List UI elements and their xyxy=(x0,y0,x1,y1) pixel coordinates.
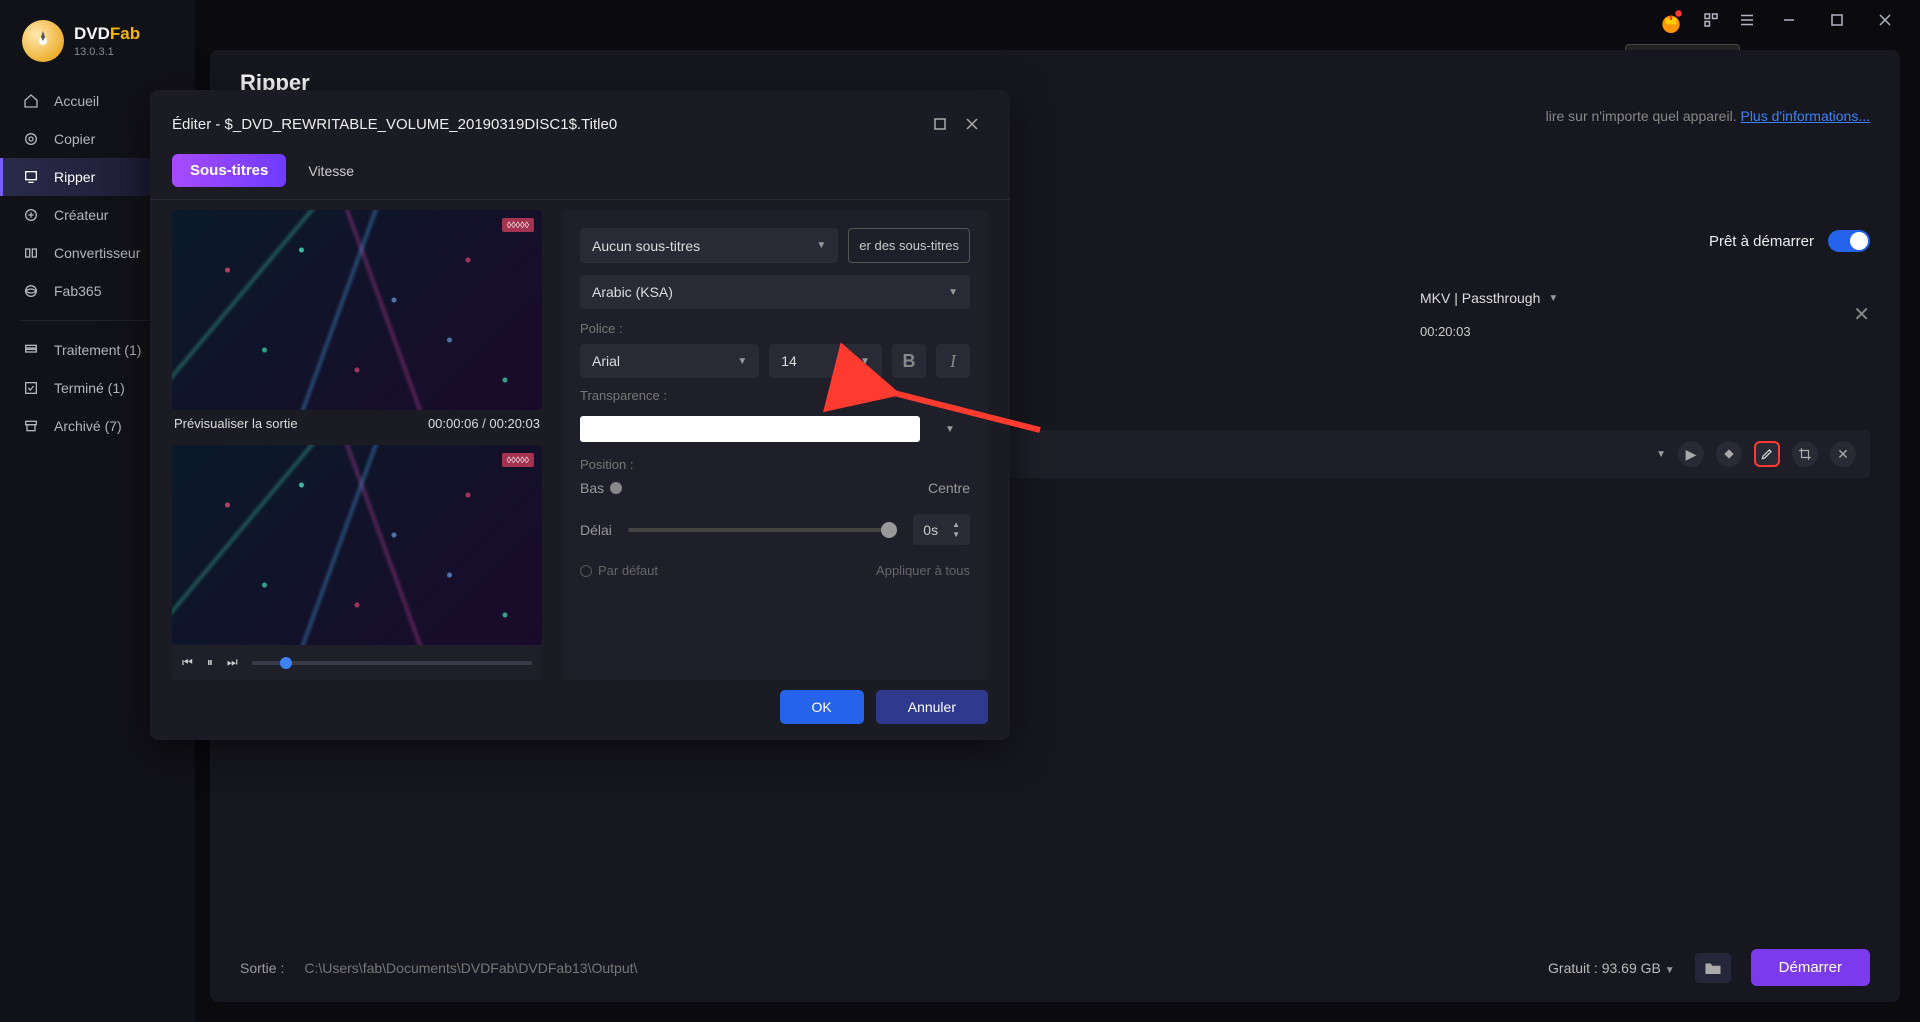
dialog-close-button[interactable] xyxy=(956,108,988,140)
font-size-select[interactable]: 14▼ xyxy=(769,344,882,378)
position-centre[interactable]: Centre xyxy=(928,480,970,496)
maximize-button[interactable] xyxy=(1822,5,1852,35)
tab-sous-titres[interactable]: Sous-titres xyxy=(172,154,286,187)
ready-status: Prêt à démarrer xyxy=(1709,233,1814,250)
format-select[interactable]: MKV | Passthrough▼ xyxy=(1420,290,1833,306)
preview-label: Prévisualiser la sortie xyxy=(174,416,298,431)
copy-icon xyxy=(22,130,40,148)
play-preview-button[interactable]: ▶ xyxy=(1678,441,1704,467)
reset-default-button[interactable]: Par défaut xyxy=(580,563,658,578)
sidebar-item-label: Convertisseur xyxy=(54,245,140,261)
start-button[interactable]: Démarrer xyxy=(1751,949,1870,986)
transparency-label: Transparence : xyxy=(580,388,970,403)
menu-icon[interactable] xyxy=(1738,11,1756,29)
delay-slider[interactable] xyxy=(628,528,897,532)
create-icon xyxy=(22,206,40,224)
extensions-icon[interactable] xyxy=(1702,11,1720,29)
page-hint: lire sur n'importe quel appareil. Plus d… xyxy=(1546,108,1870,124)
seek-bar[interactable] xyxy=(252,661,532,665)
italic-button[interactable]: I xyxy=(936,344,970,378)
sidebar-item-label: Accueil xyxy=(54,93,99,109)
queue-icon xyxy=(22,341,40,359)
color-dropdown[interactable]: ▼ xyxy=(930,411,970,447)
duration-label: 00:20:03 xyxy=(1420,324,1833,339)
done-icon xyxy=(22,379,40,397)
cancel-button[interactable]: Annuler xyxy=(876,690,988,724)
minimize-button[interactable] xyxy=(1774,5,1804,35)
dialog-maximize-button[interactable] xyxy=(924,108,956,140)
preview-original: ◊◊◊◊◊ xyxy=(172,210,542,410)
sidebar-item-label: Traitement (1) xyxy=(54,342,141,358)
archive-icon xyxy=(22,417,40,435)
more-info-link[interactable]: Plus d'informations... xyxy=(1740,108,1870,124)
app-version: 13.0.3.1 xyxy=(74,46,140,58)
close-button[interactable] xyxy=(1870,5,1900,35)
font-label: Police : xyxy=(580,321,970,336)
home-icon xyxy=(22,92,40,110)
edit-button[interactable] xyxy=(1754,441,1780,467)
sidebar-item-label: Ripper xyxy=(54,169,95,185)
fab365-icon xyxy=(22,282,40,300)
tab-vitesse[interactable]: Vitesse xyxy=(308,163,354,179)
subtitle-select[interactable]: Aucun sous-titres▼ xyxy=(580,228,838,263)
color-swatch[interactable] xyxy=(580,416,920,442)
sidebar-item-label: Terminé (1) xyxy=(54,380,125,396)
crop-button[interactable] xyxy=(1792,441,1818,467)
position-label: Position : xyxy=(580,457,970,472)
ok-button[interactable]: OK xyxy=(780,690,864,724)
logo-icon xyxy=(22,20,64,62)
browse-folder-button[interactable] xyxy=(1695,953,1731,983)
font-family-select[interactable]: Arial▼ xyxy=(580,344,759,378)
subtitle-settings: Aucun sous-titres▼ er des sous-titres Ar… xyxy=(562,210,988,680)
pause-button[interactable]: ⏸ xyxy=(207,655,213,670)
preview-output: ◊◊◊◊◊ xyxy=(172,445,542,645)
sidebar-item-label: Fab365 xyxy=(54,283,101,299)
import-subtitles-button[interactable]: er des sous-titres xyxy=(848,228,970,263)
prev-button[interactable]: ⏮ xyxy=(182,655,193,670)
app-logo: DVDFab 13.0.3.1 xyxy=(0,20,195,82)
convert-icon xyxy=(22,244,40,262)
window-titlebar xyxy=(1638,0,1920,40)
apply-all-button[interactable]: Appliquer à tous xyxy=(876,563,970,578)
delay-label: Délai xyxy=(580,522,612,538)
preview-time: 00:00:06 / 00:20:03 xyxy=(428,416,540,431)
position-bas[interactable]: Bas xyxy=(580,480,622,496)
sidebar-item-label: Archivé (7) xyxy=(54,418,122,434)
next-button[interactable]: ⏭ xyxy=(227,655,238,670)
output-path[interactable]: C:\Users\fab\Documents\DVDFab\DVDFab13\O… xyxy=(304,960,637,976)
delay-spinner[interactable]: 0s ▲▼ xyxy=(913,514,970,545)
chevron-down-icon[interactable]: ▼ xyxy=(1656,449,1666,460)
bold-button[interactable]: B xyxy=(892,344,926,378)
dialog-title: Éditer - $_DVD_REWRITABLE_VOLUME_2019031… xyxy=(172,116,924,133)
preview-column: ◊◊◊◊◊ Prévisualiser la sortie 00:00:06 /… xyxy=(172,210,542,680)
info-button[interactable] xyxy=(1716,441,1742,467)
language-select[interactable]: Arabic (KSA)▼ xyxy=(580,275,970,309)
rip-icon xyxy=(22,168,40,186)
output-label: Sortie : xyxy=(240,960,284,976)
delete-button[interactable]: ✕ xyxy=(1830,441,1856,467)
edit-dialog: Éditer - $_DVD_REWRITABLE_VOLUME_2019031… xyxy=(150,90,1010,740)
remove-item-button[interactable]: ✕ xyxy=(1853,302,1870,327)
sidebar-item-label: Copier xyxy=(54,131,95,147)
sidebar-item-label: Créateur xyxy=(54,207,108,223)
ready-toggle[interactable] xyxy=(1828,230,1870,252)
footer-bar: Sortie : C:\Users\fab\Documents\DVDFab\D… xyxy=(240,949,1870,986)
playback-controls: ⏮ ⏸ ⏭ xyxy=(172,645,542,680)
free-space[interactable]: Gratuit : 93.69 GB ▼ xyxy=(1548,960,1675,976)
gift-icon[interactable] xyxy=(1658,7,1684,33)
